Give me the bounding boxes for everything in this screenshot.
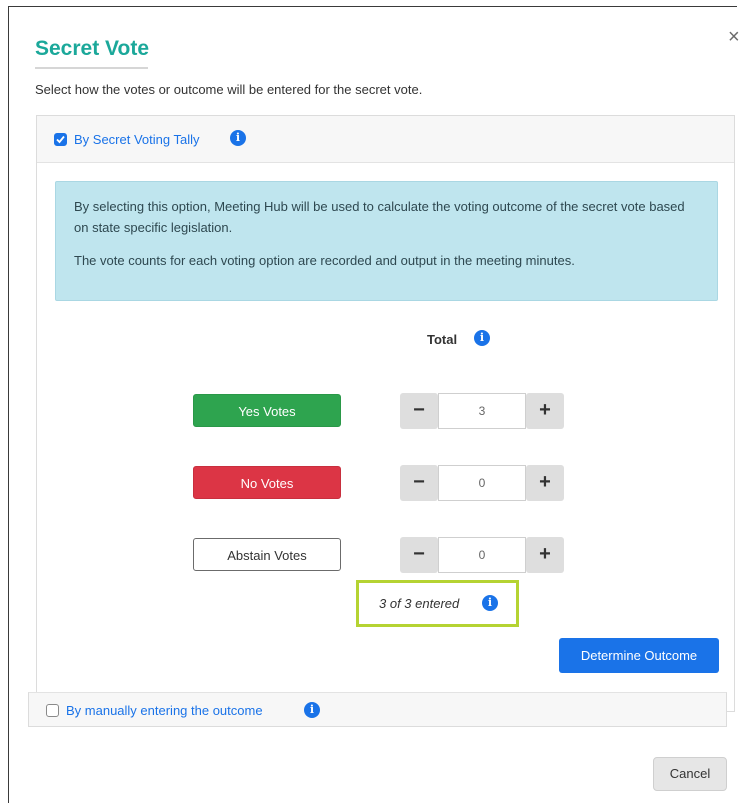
no-votes-stepper: − 0 + bbox=[400, 465, 564, 501]
info-icon[interactable]: i bbox=[230, 130, 246, 146]
yes-votes-stepper: − 3 + bbox=[400, 393, 564, 429]
alert-text-1: By selecting this option, Meeting Hub wi… bbox=[74, 199, 685, 235]
modal-title: Secret Vote bbox=[35, 37, 149, 60]
info-alert: By selecting this option, Meeting Hub wi… bbox=[55, 181, 718, 301]
total-label: Total bbox=[427, 332, 458, 347]
alert-text-2: The vote counts for each voting option a… bbox=[74, 253, 575, 268]
option-manual-label[interactable]: By manually entering the outcome bbox=[66, 703, 263, 718]
option-tally-header[interactable]: By Secret Voting Tally i bbox=[37, 116, 734, 163]
modal-subtitle: Select how the votes or outcome will be … bbox=[35, 82, 423, 97]
entered-count-text: 3 of 3 entered bbox=[379, 596, 460, 611]
determine-outcome-button[interactable]: Determine Outcome bbox=[559, 638, 719, 673]
minus-icon[interactable]: − bbox=[400, 465, 438, 501]
plus-icon[interactable]: + bbox=[526, 393, 564, 429]
no-votes-input[interactable]: 0 bbox=[438, 465, 526, 501]
checkmark-icon bbox=[56, 135, 65, 144]
vote-options-panel: By Secret Voting Tally i By selecting th… bbox=[36, 115, 735, 712]
abstain-votes-input[interactable]: 0 bbox=[438, 537, 526, 573]
tally-checkbox[interactable] bbox=[54, 133, 67, 146]
secret-vote-modal: × Secret Vote Select how the votes or ou… bbox=[8, 6, 739, 803]
option-tally-label[interactable]: By Secret Voting Tally bbox=[74, 132, 200, 147]
info-icon[interactable]: i bbox=[482, 595, 498, 611]
minus-icon[interactable]: − bbox=[400, 393, 438, 429]
option-manual-header[interactable]: By manually entering the outcome i bbox=[28, 692, 727, 727]
option-manual-row: By manually entering the outcome i bbox=[28, 692, 727, 727]
yes-votes-input[interactable]: 3 bbox=[438, 393, 526, 429]
cancel-button[interactable]: Cancel bbox=[653, 757, 727, 791]
minus-icon[interactable]: − bbox=[400, 537, 438, 573]
plus-icon[interactable]: + bbox=[526, 465, 564, 501]
plus-icon[interactable]: + bbox=[526, 537, 564, 573]
title-underline bbox=[35, 67, 148, 69]
manual-checkbox[interactable] bbox=[46, 704, 59, 717]
entered-count-highlight: 3 of 3 entered i bbox=[356, 580, 519, 627]
abstain-votes-stepper: − 0 + bbox=[400, 537, 564, 573]
info-icon[interactable]: i bbox=[474, 330, 490, 346]
no-votes-label: No Votes bbox=[193, 466, 341, 499]
abstain-votes-label: Abstain Votes bbox=[193, 538, 341, 571]
info-icon[interactable]: i bbox=[304, 702, 320, 718]
close-icon[interactable]: × bbox=[728, 27, 739, 47]
yes-votes-label: Yes Votes bbox=[193, 394, 341, 427]
